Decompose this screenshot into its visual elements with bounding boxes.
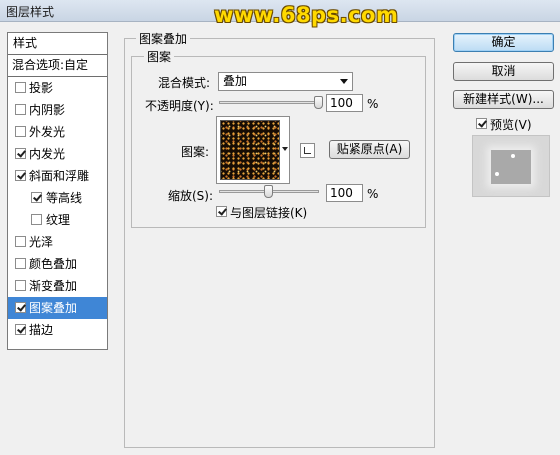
style-item[interactable]: 投影 xyxy=(8,77,107,99)
group-title: 图案叠加 xyxy=(136,30,191,47)
blend-mode-value: 叠加 xyxy=(223,74,248,88)
scale-slider-thumb[interactable] xyxy=(264,185,273,198)
style-item-checkbox[interactable] xyxy=(15,258,26,269)
style-item[interactable]: 光泽 xyxy=(8,231,107,253)
style-item-label: 渐变叠加 xyxy=(29,279,78,293)
style-item[interactable]: 描边 xyxy=(8,319,107,341)
pattern-swatch xyxy=(220,120,280,180)
pattern-picker[interactable] xyxy=(216,116,290,184)
new-style-button[interactable]: 新建样式(W)... xyxy=(453,90,554,109)
style-item-checkbox[interactable] xyxy=(15,170,26,181)
style-item-checkbox[interactable] xyxy=(15,126,26,137)
style-item[interactable]: 渐变叠加 xyxy=(8,275,107,297)
style-item[interactable]: 内发光 xyxy=(8,143,107,165)
scale-input[interactable]: 100 xyxy=(326,184,363,202)
style-item-checkbox[interactable] xyxy=(31,192,42,203)
style-item-label: 光泽 xyxy=(29,235,54,249)
preview-checkbox[interactable] xyxy=(476,118,487,129)
ok-button[interactable]: 确定 xyxy=(453,33,554,52)
style-item-label: 斜面和浮雕 xyxy=(29,169,90,183)
new-preset-icon[interactable] xyxy=(300,143,315,158)
style-item[interactable]: 内阴影 xyxy=(8,99,107,121)
style-items: 投影内阴影外发光内发光斜面和浮雕等高线纹理光泽颜色叠加渐变叠加图案叠加描边 xyxy=(8,77,107,341)
style-item-checkbox[interactable] xyxy=(15,104,26,115)
subgroup-title: 图案 xyxy=(144,48,175,65)
style-item-checkbox[interactable] xyxy=(31,214,42,225)
style-item-label: 纹理 xyxy=(46,213,71,227)
style-item-label: 内发光 xyxy=(29,147,66,161)
style-item[interactable]: 外发光 xyxy=(8,121,107,143)
style-item-label: 图案叠加 xyxy=(29,301,78,315)
style-item-label: 内阴影 xyxy=(29,103,66,117)
style-item[interactable]: 斜面和浮雕 xyxy=(8,165,107,187)
blend-options-item[interactable]: 混合选项:自定 xyxy=(8,55,107,77)
styles-list: 样式 混合选项:自定 投影内阴影外发光内发光斜面和浮雕等高线纹理光泽颜色叠加渐变… xyxy=(7,32,108,350)
style-item[interactable]: 等高线 xyxy=(8,187,107,209)
style-item[interactable]: 纹理 xyxy=(8,209,107,231)
opacity-label: 不透明度(Y): xyxy=(145,99,214,113)
styles-header[interactable]: 样式 xyxy=(8,33,107,55)
style-item-checkbox[interactable] xyxy=(15,148,26,159)
opacity-input[interactable]: 100 xyxy=(326,94,363,112)
style-item[interactable]: 颜色叠加 xyxy=(8,253,107,275)
style-item-label: 描边 xyxy=(29,323,54,337)
preview-label: 预览(V) xyxy=(490,118,532,132)
scale-unit: % xyxy=(367,187,379,201)
style-item-checkbox[interactable] xyxy=(15,236,26,247)
watermark-text: www.68ps.com xyxy=(214,3,399,27)
snap-origin-button[interactable]: 贴紧原点(A) xyxy=(329,140,410,159)
opacity-slider[interactable] xyxy=(219,101,319,104)
blend-mode-select[interactable]: 叠加 xyxy=(218,72,353,91)
pattern-dropdown-arrow-icon[interactable] xyxy=(282,147,288,151)
style-item-checkbox[interactable] xyxy=(15,302,26,313)
window-title: 图层样式 xyxy=(6,5,55,19)
style-item-checkbox[interactable] xyxy=(15,280,26,291)
style-item-label: 颜色叠加 xyxy=(29,257,78,271)
link-with-layer-checkbox[interactable] xyxy=(216,206,227,217)
opacity-slider-thumb[interactable] xyxy=(314,96,323,109)
title-bar: 图层样式 www.68ps.com xyxy=(0,0,560,27)
style-preview xyxy=(472,135,550,197)
preview-highlight xyxy=(495,172,499,176)
style-item-label: 外发光 xyxy=(29,125,66,139)
scale-label: 缩放(S): xyxy=(168,189,214,203)
opacity-unit: % xyxy=(367,97,379,111)
preview-highlight xyxy=(511,154,515,158)
chevron-down-icon xyxy=(340,79,348,84)
pattern-label: 图案: xyxy=(181,145,210,159)
style-item-label: 等高线 xyxy=(46,191,83,205)
style-item-checkbox[interactable] xyxy=(15,82,26,93)
style-item-checkbox[interactable] xyxy=(15,324,26,335)
style-item[interactable]: 图案叠加 xyxy=(8,297,107,319)
cancel-button[interactable]: 取消 xyxy=(453,62,554,81)
link-with-layer-label: 与图层链接(K) xyxy=(230,206,308,220)
blend-mode-label: 混合模式: xyxy=(158,76,211,90)
style-item-label: 投影 xyxy=(29,81,54,95)
